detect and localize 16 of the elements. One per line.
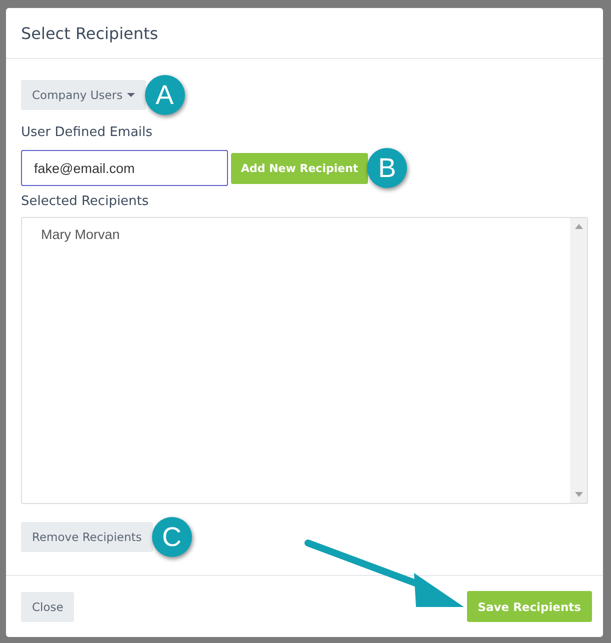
scroll-down-arrow-icon[interactable] — [574, 492, 582, 497]
recipient-item[interactable]: Mary Morvan — [41, 227, 551, 242]
callout-badge: A — [144, 75, 185, 115]
field-label: Selected Recipients — [21, 194, 150, 209]
callout-badge: B — [367, 148, 408, 188]
field-label: User Defined Emails — [21, 125, 154, 140]
dialog-title: Select Recipients — [21, 24, 158, 42]
close-button[interactable]: Close — [21, 592, 74, 622]
recipients-listbox[interactable]: Mary Morvan — [21, 217, 588, 504]
callout-badge: C — [152, 517, 192, 557]
scrollbar[interactable] — [570, 218, 587, 503]
caret-icon — [126, 92, 135, 98]
scroll-up-arrow-icon[interactable] — [574, 224, 582, 229]
remove-recipients-button[interactable]: Remove Recipients — [21, 522, 153, 552]
email-input[interactable]: fake@email.com — [21, 150, 228, 186]
company-users-dropdown[interactable]: Company Users — [21, 80, 146, 110]
